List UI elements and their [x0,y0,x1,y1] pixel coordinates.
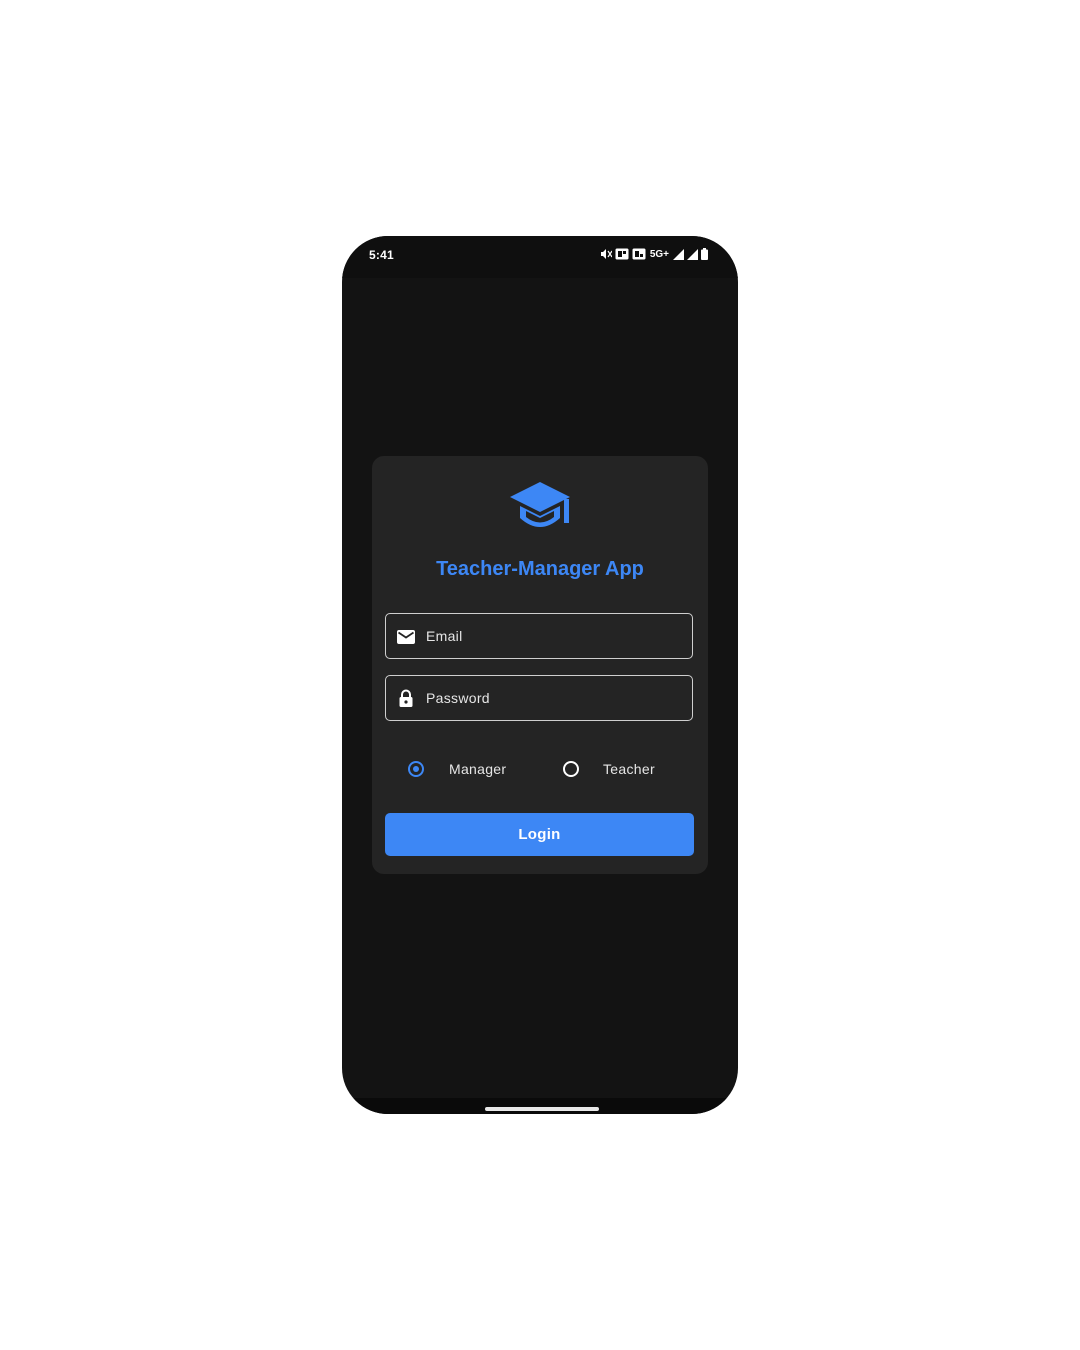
network-label: 5G+ [649,248,669,260]
status-icons: 5G+ [600,247,708,261]
radio-button-unselected[interactable] [563,761,579,777]
role-radio-manager[interactable]: Manager [408,754,506,784]
graduation-cap-icon [510,482,570,527]
radio-button-selected[interactable] [408,761,424,777]
mute-icon [600,249,612,259]
status-bar: 5:41 5G+ [342,236,738,278]
role-selector: Manager Teacher [372,754,708,784]
login-button[interactable]: Login [385,813,694,856]
status-time: 5:41 [369,248,394,262]
password-input[interactable] [426,676,686,720]
lock-icon [399,689,413,707]
mail-icon [397,630,415,644]
navigation-bar [342,1098,738,1114]
battery-icon [701,248,708,260]
email-input[interactable] [426,614,686,658]
password-field[interactable] [385,675,693,721]
app-title: Teacher-Manager App [436,558,644,580]
signal-icon [673,248,684,260]
signal-icon [687,248,698,260]
role-radio-teacher[interactable]: Teacher [563,754,655,784]
role-label-manager: Manager [449,761,507,777]
sim-icon [615,248,629,260]
role-label-teacher: Teacher [603,761,655,777]
sim-icon [632,248,646,260]
login-card: Teacher-Manager App Manager Te [372,456,708,874]
email-field[interactable] [385,613,693,659]
phone-screen: 5:41 5G+ Teacher-Manager App Email Manag… [342,236,738,1114]
home-indicator[interactable] [485,1107,599,1111]
